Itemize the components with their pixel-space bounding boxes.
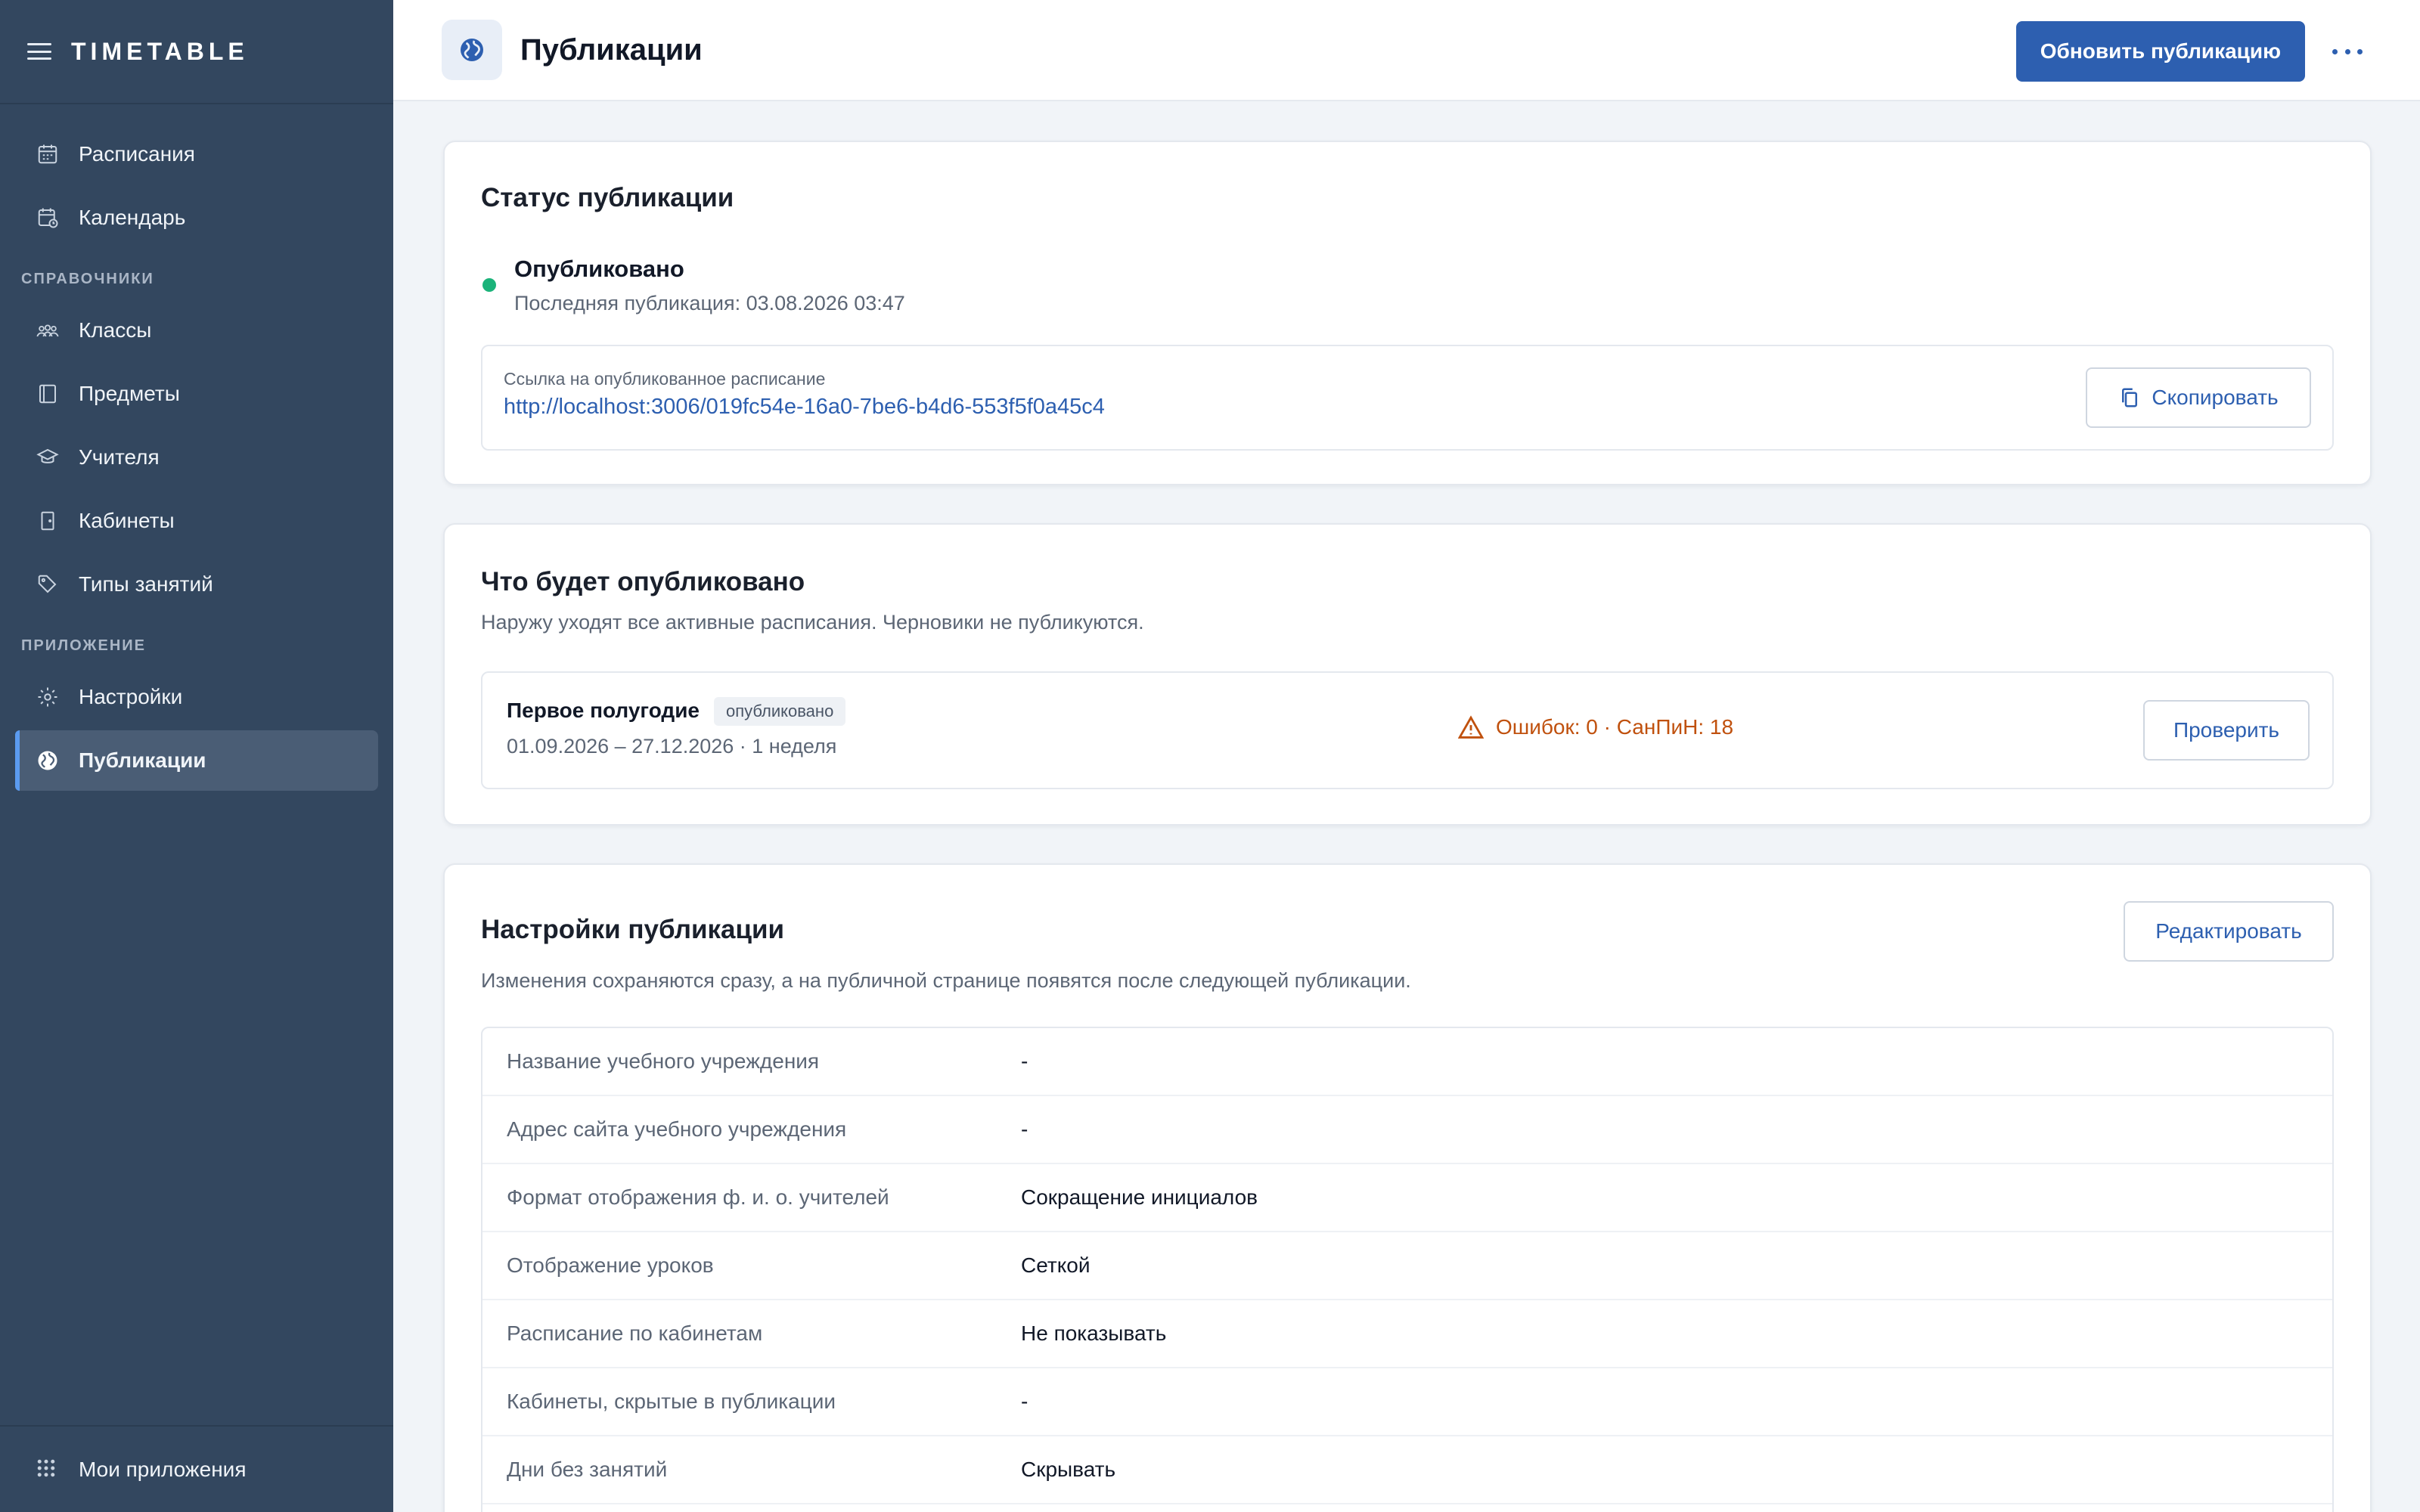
setting-key: Кабинеты, скрытые в публикации [507, 1390, 836, 1413]
check-schedule-button[interactable]: Проверить [2143, 700, 2310, 761]
card-title: Статус публикации [481, 183, 734, 212]
setting-key: Расписание по кабинетам [507, 1321, 763, 1345]
sidebar-item-schedules[interactable]: Расписания [15, 124, 378, 184]
copy-link-button[interactable]: Скопировать [2086, 367, 2311, 428]
published-link[interactable]: http://localhost:3006/019fc54e-16a0-7be6… [504, 395, 1105, 420]
sidebar-section-application: ПРИЛОЖЕНИЕ [21, 637, 146, 654]
status-badge: опубликовано [714, 697, 846, 726]
setting-key: Дни без занятий [507, 1458, 668, 1481]
setting-value: - [1021, 1390, 1028, 1413]
published-link-box: Ссылка на опубликованное расписание http… [481, 345, 2334, 451]
setting-key: Отображение уроков [507, 1253, 714, 1277]
book-icon [35, 381, 60, 407]
apps-grid-icon [35, 1457, 60, 1483]
table-row: Дни без занятий Скрывать [482, 1436, 2332, 1504]
setting-value: - [1021, 1117, 1028, 1141]
copy-icon [2122, 388, 2138, 407]
setting-key: Формат отображения ф. и. о. учителей [507, 1185, 889, 1209]
publication-status-card: Статус публикации Опубликовано Последняя… [443, 141, 2372, 485]
schedule-row: Первое полугодие опубликовано 01.09.2026… [481, 671, 2334, 789]
table-row: Отображение уроков Сеткой [482, 1232, 2332, 1300]
setting-key: Название учебного учреждения [507, 1049, 820, 1073]
card-title: Что будет опубликовано [481, 567, 805, 596]
publication-settings-card: Настройки публикации Редактировать Измен… [443, 863, 2372, 1512]
update-publication-button[interactable]: Обновить публикацию [2015, 21, 2305, 82]
sidebar-item-calendar[interactable]: Календарь [15, 187, 378, 248]
schedule-dates: 01.09.2026 – 27.12.2026 · 1 неделя [507, 735, 837, 758]
sidebar-item-label: Предметы [79, 382, 180, 405]
sidebar-item-rooms[interactable]: Кабинеты [15, 491, 378, 551]
tag-icon [35, 572, 60, 597]
door-icon [35, 508, 60, 534]
card-subtitle: Наружу уходят все активные расписания. Ч… [481, 611, 1144, 634]
my-apps-button[interactable]: Мои приложения [0, 1425, 393, 1512]
sidebar-item-label: Типы занятий [79, 572, 213, 596]
calendar-grid-icon [35, 141, 60, 167]
edit-settings-button[interactable]: Редактировать [2124, 901, 2334, 962]
setting-value: Скрывать [1021, 1458, 1116, 1481]
my-apps-label: Мои приложения [79, 1457, 247, 1481]
settings-table: Название учебного учреждения - Адрес сай… [481, 1027, 2334, 1512]
sidebar-item-label: Учителя [79, 445, 160, 469]
sidebar-section-references: СПРАВОЧНИКИ [21, 271, 154, 287]
sidebar-item-teachers[interactable]: Учителя [15, 427, 378, 488]
warning-icon [1458, 715, 1484, 739]
sidebar-item-lesson-types[interactable]: Типы занятий [15, 554, 378, 615]
schedule-name: Первое полугодие [507, 699, 700, 722]
card-title: Настройки публикации [481, 915, 785, 944]
card-subtitle: Изменения сохраняются сразу, а на публич… [481, 969, 1411, 992]
setting-value: Сокращение инициалов [1021, 1185, 1258, 1209]
people-icon [35, 318, 60, 343]
link-caption: Ссылка на опубликованное расписание [504, 369, 826, 389]
table-row: Формат отображения ф. и. о. учителей Сок… [482, 1164, 2332, 1232]
publish-preview-card: Что будет опубликовано Наружу уходят все… [443, 523, 2372, 826]
graduation-cap-icon [35, 445, 60, 470]
setting-value: Сеткой [1021, 1253, 1091, 1277]
status-indicator [482, 278, 496, 292]
sidebar-item-label: Календарь [79, 206, 186, 229]
table-row: Адрес сайта учебного учреждения - [482, 1096, 2332, 1164]
page-header: Публикации Обновить публикацию [393, 0, 2420, 101]
sidebar-brand: TIMETABLE [0, 0, 393, 104]
globe-icon [35, 748, 60, 773]
sidebar-item-subjects[interactable]: Предметы [15, 364, 378, 424]
table-row: Расписание по кабинетам Не показывать [482, 1300, 2332, 1368]
sidebar-item-label: Расписания [79, 142, 195, 166]
last-published-text: Последняя публикация: 03.08.2026 03:47 [514, 292, 905, 314]
sidebar-item-label: Настройки [79, 685, 183, 708]
setting-key: Адрес сайта учебного учреждения [507, 1117, 847, 1141]
page-title: Публикации [520, 33, 703, 67]
sidebar-item-settings[interactable]: Настройки [15, 667, 378, 727]
menu-icon[interactable] [27, 43, 51, 60]
gear-icon [35, 684, 60, 710]
sidebar-item-label: Публикации [79, 748, 206, 772]
setting-value: - [1021, 1049, 1028, 1073]
table-row: Кабинеты, скрытые в публикации - [482, 1368, 2332, 1436]
sidebar-item-publications[interactable]: Публикации [15, 730, 378, 791]
setting-value: Не показывать [1021, 1321, 1167, 1345]
app-logo-text: TIMETABLE [71, 37, 249, 65]
sidebar-item-label: Кабинеты [79, 509, 175, 532]
status-label: Опубликовано [514, 256, 684, 282]
schedule-warnings: Ошибок: 0 · СанПиН: 18 [1458, 715, 1733, 739]
sidebar-item-classes[interactable]: Классы [15, 300, 378, 361]
copy-button-label: Скопировать [2152, 386, 2279, 409]
calendar-clock-icon [35, 205, 60, 231]
more-options-icon[interactable] [2332, 38, 2363, 65]
globe-icon [442, 20, 502, 80]
sidebar: TIMETABLE Расписания Календарь СПРАВОЧНИ… [0, 0, 393, 1512]
table-row: Название учебного учреждения - [482, 1028, 2332, 1096]
sidebar-nav: Расписания Календарь СПРАВОЧНИКИ Классы … [0, 104, 393, 791]
warnings-text: Ошибок: 0 · СанПиН: 18 [1496, 715, 1734, 739]
sidebar-item-label: Классы [79, 318, 152, 342]
